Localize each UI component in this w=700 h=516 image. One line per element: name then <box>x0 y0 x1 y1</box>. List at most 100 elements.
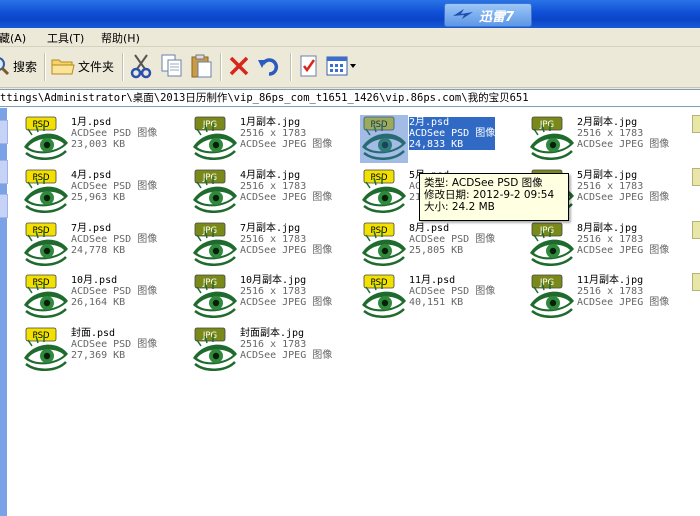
file-text: 7月副本.jpg 2516 x 1783 ACDSee JPEG 图像 <box>240 223 332 256</box>
file-item[interactable]: JPG 4月副本.jpg 2516 x 1783 ACDSee JPEG 图像 <box>191 168 351 218</box>
psd-file-icon: PSD <box>362 222 406 266</box>
file-item[interactable]: PSD 7月.psd ACDSee PSD 图像 24,778 KB <box>22 221 182 271</box>
copy-button[interactable] <box>160 51 184 81</box>
jpg-file-icon: JPG <box>193 222 237 266</box>
svg-text:JPG: JPG <box>202 278 217 288</box>
file-type: 2516 x 1783 <box>577 286 644 297</box>
folders-label: 文件夹 <box>78 59 115 74</box>
jpg-file-icon: JPG <box>530 222 574 266</box>
file-size: 27,369 KB <box>71 350 126 361</box>
file-type: 2516 x 1783 <box>577 181 644 192</box>
file-size: ACDSee JPEG 图像 <box>577 297 670 308</box>
paste-button[interactable] <box>190 51 214 81</box>
svg-text:JPG: JPG <box>202 226 217 236</box>
toolbar-separator <box>290 53 292 81</box>
thunder-badge[interactable]: 迅雷7 <box>444 3 532 27</box>
svg-text:JPG: JPG <box>202 173 217 183</box>
svg-text:PSD: PSD <box>32 278 50 288</box>
cut-button[interactable] <box>130 51 152 81</box>
file-item[interactable]: JPG 10月副本.jpg 2516 x 1783 ACDSee JPEG 图像 <box>191 273 351 323</box>
task-pane-tab[interactable] <box>0 194 8 218</box>
menu-bar: 收藏(A) 工具(T) 帮助(H) <box>0 28 700 47</box>
tooltip-modified: 修改日期: 2012-9-2 09:54 <box>424 189 555 201</box>
file-item[interactable]: JPG 11月副本.jpg 2516 x 1783 ACDSee JPEG 图像 <box>528 273 688 323</box>
file-size: 24,778 KB <box>71 245 126 256</box>
psd-file-icon: PSD <box>24 274 68 318</box>
menu-tools[interactable]: 工具(T) <box>47 30 84 46</box>
file-text: 1月副本.jpg 2516 x 1783 ACDSee JPEG 图像 <box>240 117 332 150</box>
file-item[interactable]: PSD 2月.psd ACDSee PSD 图像 24,833 KB <box>360 115 520 165</box>
svg-text:JPG: JPG <box>202 331 217 341</box>
file-text: 10月.psd ACDSee PSD 图像 26,164 KB <box>71 275 157 308</box>
partial-file-icon[interactable] <box>692 273 700 291</box>
tooltip-size: 大小: 24.2 MB <box>424 201 495 213</box>
task-pane-tab[interactable] <box>0 120 8 144</box>
file-name: 11月副本.jpg <box>577 275 644 286</box>
delete-button[interactable] <box>228 51 250 81</box>
file-item[interactable]: JPG 封面副本.jpg 2516 x 1783 ACDSee JPEG 图像 <box>191 326 351 376</box>
file-item[interactable]: JPG 2月副本.jpg 2516 x 1783 ACDSee JPEG 图像 <box>528 115 688 165</box>
file-text: 5月副本.jpg 2516 x 1783 ACDSee JPEG 图像 <box>577 170 669 203</box>
properties-button[interactable] <box>298 51 320 81</box>
file-name: 10月.psd <box>71 275 118 286</box>
file-item[interactable]: PSD 1月.psd ACDSee PSD 图像 23,003 KB <box>22 115 182 165</box>
psd-file-icon: PSD <box>24 222 68 266</box>
svg-text:PSD: PSD <box>370 226 388 236</box>
file-size: ACDSee JPEG 图像 <box>577 192 670 203</box>
svg-text:PSD: PSD <box>370 278 388 288</box>
svg-text:PSD: PSD <box>32 226 50 236</box>
file-type: 2516 x 1783 <box>240 128 307 139</box>
address-bar: ttings\Administrator\桌面\2013日历制作\vip_86p… <box>0 88 700 107</box>
views-button[interactable] <box>326 51 358 81</box>
file-text: 11月.psd ACDSee PSD 图像 40,151 KB <box>409 275 495 308</box>
file-text: 1月.psd ACDSee PSD 图像 23,003 KB <box>71 117 157 150</box>
jpg-file-icon: JPG <box>193 274 237 318</box>
file-type: ACDSee PSD 图像 <box>71 128 158 139</box>
file-item[interactable]: JPG 7月副本.jpg 2516 x 1783 ACDSee JPEG 图像 <box>191 221 351 271</box>
address-field[interactable]: ttings\Administrator\桌面\2013日历制作\vip_86p… <box>0 89 700 107</box>
file-name: 1月副本.jpg <box>240 117 301 128</box>
file-type: 2516 x 1783 <box>577 128 644 139</box>
jpg-file-icon: JPG <box>193 327 237 371</box>
file-name: 7月副本.jpg <box>240 223 301 234</box>
partial-file-icon[interactable] <box>692 221 700 239</box>
file-text: 4月.psd ACDSee PSD 图像 25,963 KB <box>71 170 157 203</box>
file-info-tooltip: 类型: ACDSee PSD 图像 修改日期: 2012-9-2 09:54 大… <box>419 173 569 221</box>
file-item[interactable]: JPG 8月副本.jpg 2516 x 1783 ACDSee JPEG 图像 <box>528 221 688 271</box>
file-name: 4月副本.jpg <box>240 170 301 181</box>
scissors-icon <box>130 54 152 79</box>
file-type: 2516 x 1783 <box>240 181 307 192</box>
search-button[interactable]: 搜索 <box>0 51 37 81</box>
svg-text:JPG: JPG <box>202 120 217 130</box>
file-name: 8月副本.jpg <box>577 223 638 234</box>
file-size: 25,805 KB <box>409 245 464 256</box>
undo-button[interactable] <box>257 51 281 81</box>
psd-file-icon: PSD <box>362 274 406 318</box>
file-size: ACDSee JPEG 图像 <box>240 139 333 150</box>
file-item[interactable]: PSD 4月.psd ACDSee PSD 图像 25,963 KB <box>22 168 182 218</box>
file-item[interactable]: PSD 8月.psd ACDSee PSD 图像 25,805 KB <box>360 221 520 271</box>
partial-file-icon[interactable] <box>692 168 700 186</box>
partial-file-icon[interactable] <box>692 115 700 133</box>
file-item[interactable]: PSD 10月.psd ACDSee PSD 图像 26,164 KB <box>22 273 182 323</box>
file-item[interactable]: PSD 11月.psd ACDSee PSD 图像 40,151 KB <box>360 273 520 323</box>
file-size: 25,963 KB <box>71 192 126 203</box>
file-item[interactable]: PSD 封面.psd ACDSee PSD 图像 27,369 KB <box>22 326 182 376</box>
toolbar: 搜索 文件夹 <box>0 47 700 88</box>
svg-text:JPG: JPG <box>539 226 554 236</box>
file-type: 2516 x 1783 <box>240 286 307 297</box>
psd-file-icon: PSD <box>24 327 68 371</box>
file-type: 2516 x 1783 <box>240 339 307 350</box>
file-name: 封面副本.jpg <box>240 328 305 339</box>
task-pane-tab[interactable] <box>0 160 8 184</box>
file-type: 2516 x 1783 <box>577 234 644 245</box>
folders-button[interactable]: 文件夹 <box>51 51 114 81</box>
menu-help[interactable]: 帮助(H) <box>101 30 140 46</box>
search-label: 搜索 <box>13 59 38 74</box>
file-type: ACDSee PSD 图像 <box>409 234 496 245</box>
thunder-bird-icon <box>453 9 473 19</box>
toolbar-separator <box>122 53 124 81</box>
file-item[interactable]: JPG 1月副本.jpg 2516 x 1783 ACDSee JPEG 图像 <box>191 115 351 165</box>
menu-favorites[interactable]: 收藏(A) <box>0 30 26 46</box>
jpg-file-icon: JPG <box>530 116 574 160</box>
